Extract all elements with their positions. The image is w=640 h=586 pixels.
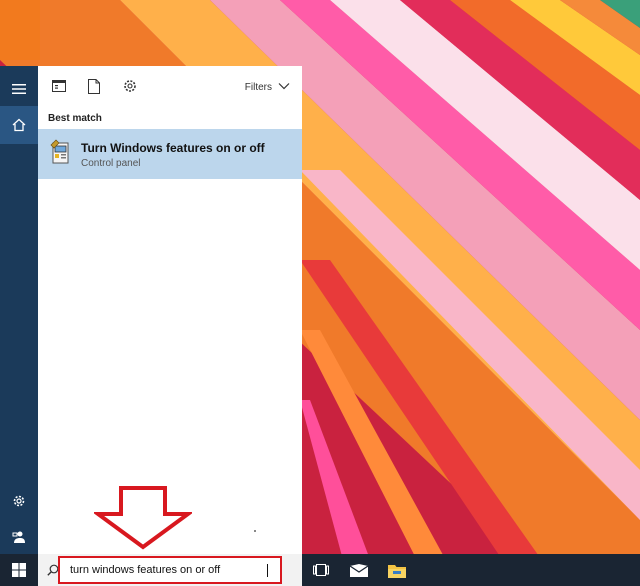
hamburger-menu-icon[interactable] (0, 70, 38, 108)
best-match-heading: Best match (48, 113, 102, 124)
mail-icon[interactable] (340, 554, 378, 586)
search-toolbar: Filters (38, 66, 302, 106)
start-rail (0, 66, 38, 554)
feedback-icon[interactable] (0, 518, 38, 556)
windows-start-icon[interactable] (0, 554, 38, 586)
filters-label: Filters (244, 81, 272, 93)
apps-icon[interactable] (51, 78, 67, 94)
chevron-down-icon (278, 82, 290, 93)
filters-dropdown[interactable]: Filters (245, 79, 290, 95)
control-panel-icon (50, 139, 72, 165)
annotation-arrow (91, 486, 195, 555)
best-match-result[interactable]: Turn Windows features on or off Control … (38, 129, 302, 179)
documents-icon[interactable] (86, 78, 102, 94)
file-explorer-icon[interactable] (378, 554, 416, 586)
text-caret (267, 564, 268, 577)
result-title: Turn Windows features on or off (81, 141, 265, 155)
settings-gear-icon[interactable] (0, 482, 38, 520)
taskbar (0, 554, 640, 586)
task-view-icon[interactable] (302, 554, 340, 586)
home-icon[interactable] (0, 106, 38, 144)
result-subtitle: Control panel (81, 158, 141, 169)
divider-dot (254, 530, 256, 532)
search-results-panel: Filters Best match Turn Windows features… (38, 66, 302, 554)
taskbar-search-box[interactable] (38, 554, 302, 586)
web-settings-icon[interactable] (122, 78, 138, 94)
search-input[interactable] (58, 556, 282, 584)
